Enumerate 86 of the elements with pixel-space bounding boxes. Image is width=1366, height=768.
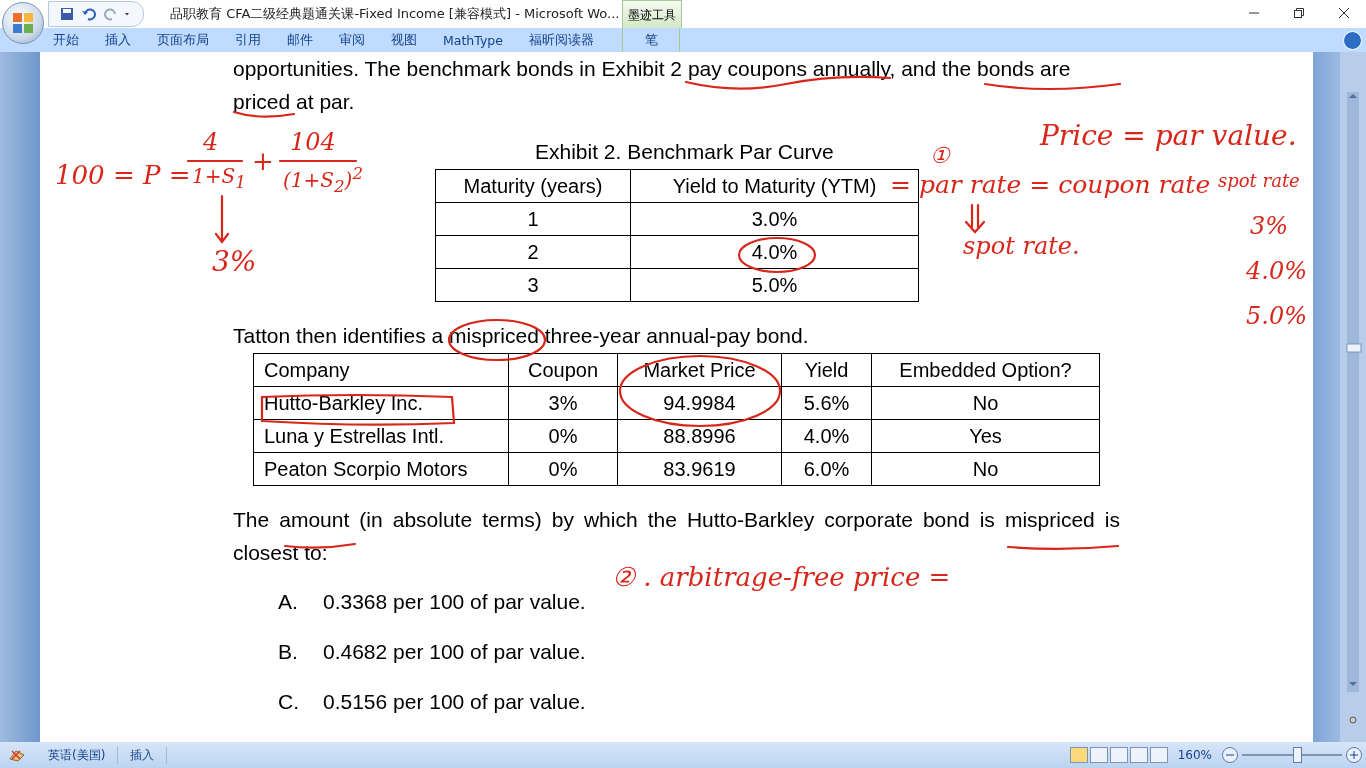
redo-icon[interactable] bbox=[103, 6, 119, 22]
zoom-out-button[interactable] bbox=[1222, 747, 1238, 763]
plus-icon bbox=[1350, 751, 1358, 759]
proofing-icon[interactable] bbox=[8, 747, 26, 763]
table-cell: 3% bbox=[508, 386, 618, 420]
handwritten-note: + bbox=[252, 148, 274, 174]
table-cell: No bbox=[871, 452, 1100, 486]
table-cell: 2 bbox=[435, 235, 631, 269]
table-header: Market Price bbox=[617, 353, 782, 387]
option-text: 0.5156 per 100 of par value. bbox=[323, 689, 586, 715]
table-cell: 4.0% bbox=[630, 235, 919, 269]
minus-icon bbox=[1226, 751, 1234, 759]
option-text: 0.4682 per 100 of par value. bbox=[323, 639, 586, 665]
view-mode-icon[interactable] bbox=[1129, 747, 1148, 763]
table-cell: 5.6% bbox=[781, 386, 872, 420]
handwritten-note: 4 bbox=[203, 130, 219, 154]
exhibit-title: Exhibit 2. Benchmark Par Curve bbox=[535, 139, 834, 165]
table-header: Embedded Option? bbox=[871, 353, 1100, 387]
handwritten-note: ① bbox=[930, 145, 950, 167]
window-title: 品职教育 CFA二级经典题通关课-Fixed Income [兼容模式] - Microsoft Wo... bbox=[170, 5, 620, 23]
paragraph: opportunities. The benchmark bonds in Exhibit 2 pay coupons annually, and the bonds are priced at par. bbox=[233, 56, 1072, 115]
table-cell: 0% bbox=[508, 452, 618, 486]
view-mode-icon[interactable] bbox=[1149, 747, 1168, 763]
handwritten-note: 3% bbox=[1250, 214, 1289, 238]
ribbon-tab[interactable]: 福昕阅读器 bbox=[516, 28, 607, 52]
zoom-in-button[interactable] bbox=[1346, 747, 1362, 763]
table-cell: 0% bbox=[508, 419, 618, 453]
handwritten-note: spot rate. bbox=[963, 234, 1080, 258]
ribbon-tab[interactable]: 视图 bbox=[378, 28, 430, 52]
view-mode-icon[interactable] bbox=[1109, 747, 1128, 763]
handwritten-note: 5.0% bbox=[1246, 304, 1307, 328]
ribbon-tab[interactable]: 插入 bbox=[92, 28, 144, 52]
close-icon[interactable] bbox=[1337, 7, 1350, 19]
table-cell: 83.9619 bbox=[617, 452, 782, 486]
table-cell: 3.0% bbox=[630, 202, 919, 236]
handwritten-note: spot rate bbox=[1218, 172, 1300, 190]
table-cell: 4.0% bbox=[781, 419, 872, 453]
option-letter: A. bbox=[278, 589, 299, 615]
ribbon-tab[interactable]: 邮件 bbox=[274, 28, 326, 52]
handwritten-note: = par rate = coupon rate bbox=[890, 172, 1211, 197]
table-header: Company bbox=[253, 353, 509, 387]
table-cell: Luna y Estrellas Intl. bbox=[253, 419, 509, 453]
paragraph: Tatton then identifies a mispriced three-year annual-pay bond. bbox=[233, 323, 810, 349]
option-letter: B. bbox=[278, 639, 299, 665]
language-indicator[interactable]: 英语(美国) bbox=[36, 746, 119, 764]
zoom-slider-thumb[interactable] bbox=[1293, 747, 1302, 763]
office-button[interactable] bbox=[2, 2, 44, 44]
table-header: Coupon bbox=[508, 353, 618, 387]
ribbon-tab[interactable]: 开始 bbox=[40, 28, 92, 52]
save-icon[interactable] bbox=[59, 6, 75, 22]
question-text: The amount (in absolute terms) by which the Hutto-Barkley corporate bond is mispriced is closest to: bbox=[233, 507, 1120, 566]
view-mode-icon[interactable] bbox=[1069, 747, 1088, 763]
vertical-scrollbar[interactable] bbox=[1340, 52, 1366, 742]
table-cell: Yes bbox=[871, 419, 1100, 453]
table-cell: 94.9984 bbox=[617, 386, 782, 420]
handwritten-note: 4.0% bbox=[1246, 259, 1307, 283]
table-cell: 6.0% bbox=[781, 452, 872, 486]
handwritten-note: 100 = P = bbox=[55, 162, 191, 188]
ribbon-tab[interactable]: 引用 bbox=[222, 28, 274, 52]
zoom-level[interactable]: 160% bbox=[1177, 748, 1212, 762]
ribbon-tab[interactable]: 审阅 bbox=[326, 28, 378, 52]
handwritten-note: 104 bbox=[290, 130, 336, 154]
insert-mode-indicator[interactable]: 插入 bbox=[118, 746, 168, 764]
logo-icon bbox=[11, 11, 35, 35]
table-cell: 88.8996 bbox=[617, 419, 782, 453]
handwritten-note: (1+S$_{2}$)$^{2}$ bbox=[283, 166, 364, 196]
ribbon-tab[interactable]: 页面布局 bbox=[144, 28, 222, 52]
handwritten-note: Price = par value. bbox=[1040, 122, 1297, 150]
table-header: Maturity (years) bbox=[435, 169, 631, 203]
table-header: Yield bbox=[781, 353, 872, 387]
table-cell: No bbox=[871, 386, 1100, 420]
contextual-tab-group: 墨迹工具 bbox=[622, 0, 682, 29]
handwritten-note: 3% bbox=[212, 248, 257, 276]
option-letter: C. bbox=[278, 689, 300, 715]
undo-icon[interactable] bbox=[81, 6, 97, 22]
table-cell: Hutto-Barkley Inc. bbox=[253, 386, 509, 420]
table-cell: 1 bbox=[435, 202, 631, 236]
view-mode-icon[interactable] bbox=[1089, 747, 1108, 763]
table-cell: 5.0% bbox=[630, 268, 919, 302]
table-cell: Peaton Scorpio Motors bbox=[253, 452, 509, 486]
ribbon-tab[interactable]: MathType bbox=[430, 28, 516, 52]
table-cell: 3 bbox=[435, 268, 631, 302]
option-text: 0.3368 per 100 of par value. bbox=[323, 589, 586, 615]
handwritten-note: 1+S$_{1}$ bbox=[192, 166, 246, 192]
restore-icon[interactable] bbox=[1292, 7, 1305, 19]
handwritten-note: ② . arbitrage-free price = bbox=[612, 564, 951, 590]
